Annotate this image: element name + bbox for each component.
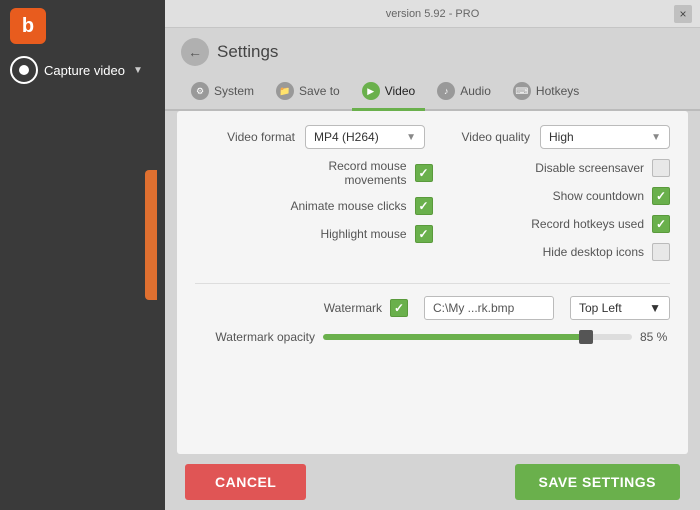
tab-saveto-label: Save to [299, 84, 340, 98]
watermark-label: Watermark [302, 301, 382, 315]
animate-clicks-label: Animate mouse clicks [290, 199, 406, 213]
video-settings-panel: Video format MP4 (H264) ▼ Video quality … [177, 111, 688, 454]
opacity-slider-thumb[interactable] [579, 330, 593, 344]
tab-hotkeys-icon: ⌨ [513, 82, 531, 100]
hide-desktop-row: Hide desktop icons [433, 243, 671, 261]
capture-video-button[interactable]: Capture video ▼ [0, 56, 143, 84]
tab-system-label: System [214, 84, 254, 98]
highlight-mouse-checkbox[interactable] [415, 225, 433, 243]
watermark-position-arrow-icon: ▼ [649, 301, 661, 315]
cancel-button[interactable]: CANCEL [185, 464, 306, 500]
format-label: Video format [195, 130, 295, 144]
format-arrow-icon: ▼ [406, 132, 416, 143]
tab-system[interactable]: ⚙ System [181, 76, 264, 111]
tab-saveto[interactable]: 📁 Save to [266, 76, 350, 111]
record-mouse-row: Record mouse movements [195, 159, 433, 187]
tab-hotkeys-label: Hotkeys [536, 84, 579, 98]
main-panel: version 5.92 - PRO × ← Settings ⚙ System… [165, 0, 700, 510]
version-text: version 5.92 - PRO [386, 8, 480, 20]
tab-video-label: Video [385, 84, 415, 98]
tabs-bar: ⚙ System 📁 Save to ▶ Video ♪ Audio ⌨ Hot… [165, 72, 700, 111]
watermark-path-display: C:\My ...rk.bmp [424, 296, 554, 320]
watermark-checkbox[interactable] [390, 299, 408, 317]
disable-screensaver-label: Disable screensaver [535, 161, 644, 175]
highlight-mouse-label: Highlight mouse [320, 227, 406, 241]
animate-clicks-row: Animate mouse clicks [195, 197, 433, 215]
back-arrow-icon: ← [188, 44, 202, 60]
tab-video[interactable]: ▶ Video [352, 76, 425, 111]
sidebar-accent [145, 170, 157, 300]
divider [195, 283, 670, 284]
settings-title: Settings [217, 42, 278, 62]
show-countdown-label: Show countdown [553, 189, 644, 203]
format-select[interactable]: MP4 (H264) ▼ [305, 125, 425, 149]
save-settings-button[interactable]: SAVE SETTINGS [515, 464, 680, 500]
tab-audio[interactable]: ♪ Audio [427, 76, 501, 111]
opacity-value: 85 % [640, 330, 670, 344]
hide-desktop-label: Hide desktop icons [543, 245, 644, 259]
disable-screensaver-row: Disable screensaver [433, 159, 671, 177]
quality-select[interactable]: High ▼ [540, 125, 670, 149]
quality-arrow-icon: ▼ [651, 132, 661, 143]
opacity-slider-track [323, 334, 632, 340]
tab-system-icon: ⚙ [191, 82, 209, 100]
record-hotkeys-row: Record hotkeys used [433, 215, 671, 233]
animate-clicks-checkbox[interactable] [415, 197, 433, 215]
record-mouse-checkbox[interactable] [415, 164, 433, 182]
left-checks-col: Record mouse movements Animate mouse cli… [195, 159, 433, 271]
format-quality-row: Video format MP4 (H264) ▼ Video quality … [195, 125, 670, 149]
close-button[interactable]: × [674, 5, 692, 23]
show-countdown-row: Show countdown [433, 187, 671, 205]
capture-circle-inner [19, 65, 29, 75]
hide-desktop-checkbox[interactable] [652, 243, 670, 261]
tab-audio-label: Audio [460, 84, 491, 98]
capture-label: Capture video [44, 63, 125, 78]
tab-video-icon: ▶ [362, 82, 380, 100]
highlight-mouse-row: Highlight mouse [195, 225, 433, 243]
capture-circle-icon [10, 56, 38, 84]
titlebar: version 5.92 - PRO × [165, 0, 700, 28]
record-mouse-label: Record mouse movements [328, 159, 406, 187]
watermark-position-value: Top Left [579, 301, 622, 315]
logo-icon: b [22, 15, 34, 38]
watermark-row: Watermark C:\My ...rk.bmp Top Left ▼ [195, 296, 670, 320]
quality-label: Video quality [440, 130, 530, 144]
capture-chevron-icon: ▼ [133, 65, 143, 76]
bottom-bar: CANCEL SAVE SETTINGS [165, 454, 700, 510]
disable-screensaver-checkbox[interactable] [652, 159, 670, 177]
tab-hotkeys[interactable]: ⌨ Hotkeys [503, 76, 589, 111]
app-logo: b [10, 8, 46, 44]
watermark-position-select[interactable]: Top Left ▼ [570, 296, 670, 320]
tab-saveto-icon: 📁 [276, 82, 294, 100]
back-button[interactable]: ← [181, 38, 209, 66]
settings-header: ← Settings [165, 28, 700, 72]
tab-audio-icon: ♪ [437, 82, 455, 100]
show-countdown-checkbox[interactable] [652, 187, 670, 205]
checkboxes-section: Record mouse movements Animate mouse cli… [195, 159, 670, 271]
opacity-slider-container [323, 331, 632, 343]
record-hotkeys-checkbox[interactable] [652, 215, 670, 233]
record-hotkeys-label: Record hotkeys used [531, 217, 644, 231]
right-checks-col: Disable screensaver Show countdown Recor… [433, 159, 671, 271]
quality-value: High [549, 130, 574, 144]
opacity-label: Watermark opacity [195, 330, 315, 344]
opacity-row: Watermark opacity 85 % [195, 330, 670, 344]
format-value: MP4 (H264) [314, 130, 379, 144]
sidebar: b Capture video ▼ [0, 0, 165, 510]
